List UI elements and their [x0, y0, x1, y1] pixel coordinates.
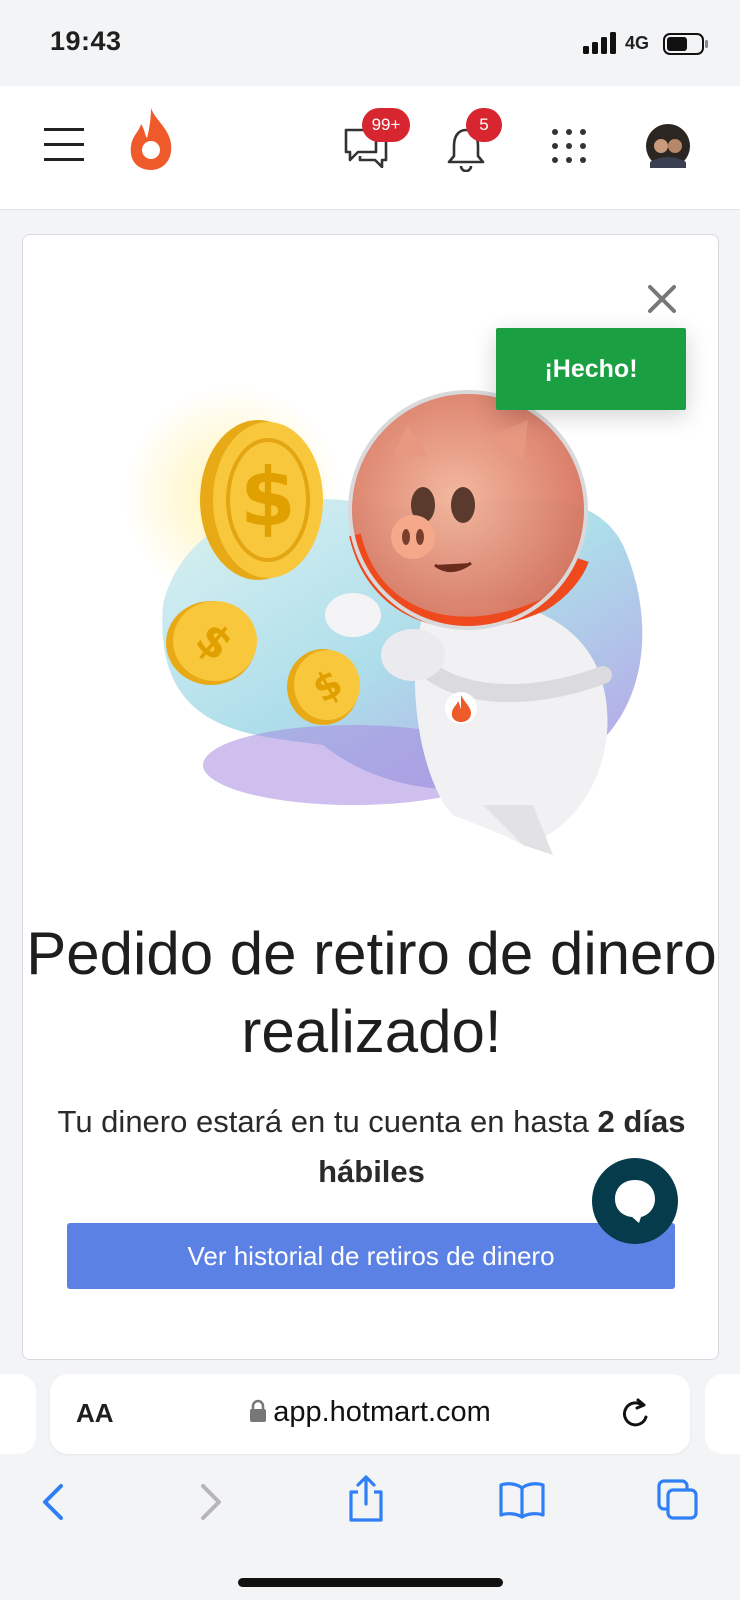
share-icon[interactable] — [346, 1474, 386, 1524]
done-button[interactable]: ¡Hecho! — [496, 328, 686, 410]
home-indicator — [238, 1578, 503, 1587]
status-bar: 19:43 4G — [0, 0, 740, 86]
url-text: app.hotmart.com — [273, 1396, 491, 1428]
hotmart-logo[interactable] — [125, 106, 177, 172]
svg-text:$: $ — [240, 451, 296, 544]
back-icon[interactable] — [40, 1482, 66, 1522]
messages-badge: 99+ — [362, 108, 410, 142]
astronaut-pig-illustration: $ $ $ — [123, 385, 643, 855]
next-tab-peek[interactable] — [705, 1374, 740, 1454]
reload-icon[interactable] — [620, 1398, 652, 1432]
forward-icon[interactable] — [198, 1482, 224, 1522]
subtitle-text: Tu dinero estará en tu cuenta en hasta — [57, 1104, 589, 1139]
network-type: 4G — [625, 33, 650, 53]
status-time: 19:43 — [50, 26, 122, 56]
battery-icon — [663, 33, 708, 55]
bookmarks-icon[interactable] — [498, 1480, 546, 1520]
apps-grid-icon[interactable] — [552, 129, 586, 163]
notifications-badge: 5 — [466, 108, 502, 142]
app-header: 99+ 5 — [0, 86, 740, 210]
withdrawal-history-button[interactable]: Ver historial de retiros de dinero — [67, 1223, 675, 1289]
chat-bubble-icon — [615, 1180, 655, 1223]
close-icon[interactable] — [645, 282, 679, 316]
lock-icon — [250, 1399, 267, 1422]
menu-icon[interactable] — [44, 128, 84, 162]
modal-title: Pedido de retiro de dinero realizado! — [26, 920, 717, 1065]
avatar[interactable] — [646, 124, 690, 168]
prev-tab-peek[interactable] — [0, 1374, 36, 1454]
signal-icon — [583, 32, 616, 54]
support-chat-button[interactable] — [592, 1158, 678, 1244]
address-url[interactable]: app.hotmart.com — [50, 1396, 690, 1429]
tabs-icon[interactable] — [656, 1478, 700, 1522]
address-bar[interactable]: AA app.hotmart.com — [50, 1374, 690, 1454]
